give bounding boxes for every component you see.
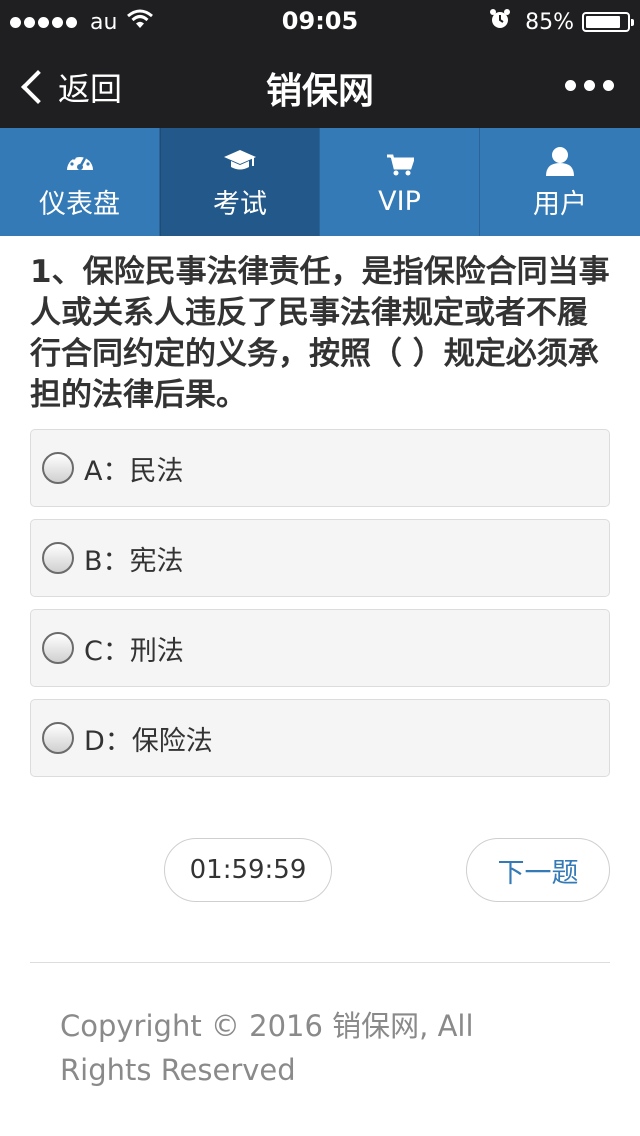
option-label: A：民法 [84,455,184,487]
question-text: 1、保险民事法律责任，是指保险合同当事人或关系人违反了民事法律规定或者不履行合同… [30,254,610,413]
more-icon[interactable] [557,80,614,91]
tab-label: VIP [378,185,421,217]
radio-button[interactable] [42,632,74,664]
option-c[interactable]: C：刑法 [30,609,610,687]
countdown-timer: 01:59:59 [164,838,332,902]
option-b[interactable]: B：宪法 [30,519,610,597]
user-icon [545,144,575,178]
status-bar: au 09:05 85% [0,0,640,40]
tab-label: 考试 [213,188,267,220]
nav-bar: 返回 销保网 [0,40,640,128]
battery-fill [586,16,620,28]
page-title: 销保网 [265,71,374,112]
footer-copyright: Copyright © 2016 销保网, All Rights Reserve… [60,1009,474,1087]
tab-vip[interactable]: VIP [320,128,480,236]
option-label: C：刑法 [84,635,184,667]
divider [30,962,610,963]
cart-icon [386,148,414,182]
tab-user[interactable]: 用户 [480,128,640,236]
radio-button[interactable] [42,542,74,574]
option-d[interactable]: D：保险法 [30,699,610,777]
tab-bar: 仪表盘 考试 VIP 用户 [0,128,640,236]
tab-label: 仪表盘 [39,188,120,220]
option-label: B：宪法 [84,545,184,577]
battery-percent: 85% [525,9,574,35]
dashboard-icon [65,144,95,178]
battery-icon [582,12,634,32]
tab-dashboard[interactable]: 仪表盘 [0,128,160,236]
answer-options: A：民法 B：宪法 C：刑法 D：保险法 [30,429,610,789]
radio-button[interactable] [42,722,74,754]
radio-button[interactable] [42,452,74,484]
alarm-icon [489,8,511,36]
option-a[interactable]: A：民法 [30,429,610,507]
option-label: D：保险法 [84,725,213,757]
next-question-button[interactable]: 下一题 [466,838,610,902]
tab-label: 用户 [533,188,587,220]
graduation-cap-icon [223,144,257,178]
tab-exam[interactable]: 考试 [160,128,320,236]
